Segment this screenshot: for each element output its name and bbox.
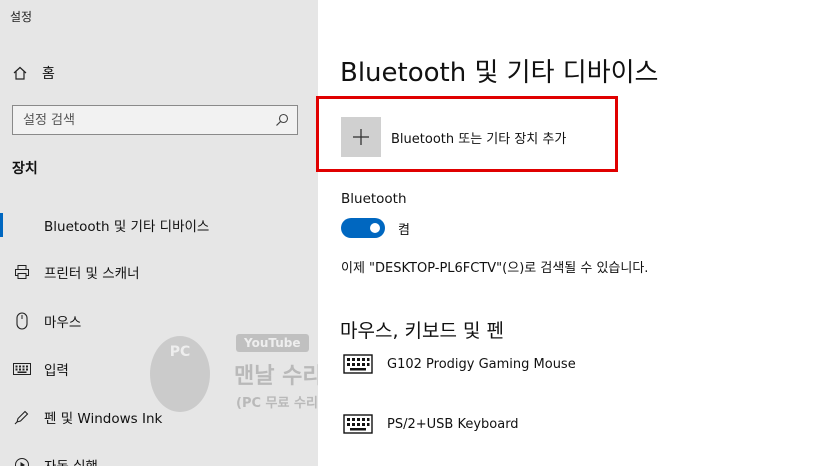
mouse-icon bbox=[12, 312, 32, 330]
sidebar-item-label: 프린터 및 스캐너 bbox=[44, 266, 140, 282]
home-label: 홈 bbox=[42, 66, 55, 82]
main-panel: Bluetooth 및 기타 디바이스 Bluetooth 또는 기타 장치 추… bbox=[318, 0, 840, 466]
pen-icon bbox=[12, 409, 32, 425]
home-link[interactable]: 홈 bbox=[12, 62, 55, 84]
sidebar-item-pen[interactable]: 펜 및 Windows Ink bbox=[0, 402, 318, 432]
bluetooth-label: Bluetooth bbox=[341, 191, 407, 207]
autoplay-icon bbox=[12, 457, 32, 466]
add-device-label[interactable]: Bluetooth 또는 기타 장치 추가 bbox=[391, 128, 566, 147]
sidebar-item-printers[interactable]: 프린터 및 스캐너 bbox=[0, 257, 318, 287]
printer-icon bbox=[12, 264, 32, 280]
sidebar-item-label: Bluetooth 및 기타 디바이스 bbox=[44, 219, 210, 235]
sidebar-item-bluetooth[interactable]: Bluetooth 및 기타 디바이스 bbox=[0, 210, 318, 240]
home-icon bbox=[13, 66, 27, 80]
device-name: PS/2+USB Keyboard bbox=[387, 416, 519, 432]
section-heading: 마우스, 키보드 및 펜 bbox=[340, 320, 504, 342]
page-title: Bluetooth 및 기타 디바이스 bbox=[340, 58, 659, 88]
add-device-button[interactable]: Bluetooth 또는 기타 장치 추가 bbox=[341, 117, 566, 157]
sidebar-item-mouse[interactable]: 마우스 bbox=[0, 306, 318, 336]
sidebar-item-input[interactable]: 입력 bbox=[0, 354, 318, 384]
device-name: G102 Prodigy Gaming Mouse bbox=[387, 356, 576, 372]
sidebar-section-title: 장치 bbox=[12, 161, 38, 177]
sidebar-item-label: 입력 bbox=[44, 363, 69, 379]
device-item-keyboard[interactable]: PS/2+USB Keyboard bbox=[341, 409, 519, 439]
sidebar-item-autoplay[interactable]: 자동 실행 bbox=[0, 450, 318, 466]
keyboard-icon bbox=[12, 363, 32, 375]
keyboard-device-icon bbox=[341, 414, 375, 434]
device-item-mouse[interactable]: G102 Prodigy Gaming Mouse bbox=[341, 349, 576, 379]
sidebar-item-label: 펜 및 Windows Ink bbox=[44, 411, 163, 427]
toggle-state-label: 켬 bbox=[398, 223, 410, 238]
plus-icon[interactable] bbox=[341, 117, 381, 157]
sidebar: 설정 홈 장치 Bluetooth 및 기타 디바이스 프린터 및 스캐너 마우… bbox=[0, 0, 318, 466]
toggle-knob bbox=[370, 223, 380, 233]
search-icon[interactable] bbox=[275, 113, 289, 127]
discoverable-text: 이제 "DESKTOP-PL6FCTV"(으)로 검색될 수 있습니다. bbox=[341, 261, 649, 276]
window-title: 설정 bbox=[10, 10, 33, 24]
search-input[interactable] bbox=[23, 112, 275, 128]
watermark-youtube-label: YouTube bbox=[236, 334, 309, 352]
sidebar-item-label: 마우스 bbox=[44, 315, 82, 331]
sidebar-item-label: 자동 실행 bbox=[44, 455, 98, 466]
mouse-device-icon bbox=[341, 354, 375, 374]
bluetooth-toggle[interactable] bbox=[341, 218, 385, 238]
search-box[interactable] bbox=[12, 105, 298, 135]
